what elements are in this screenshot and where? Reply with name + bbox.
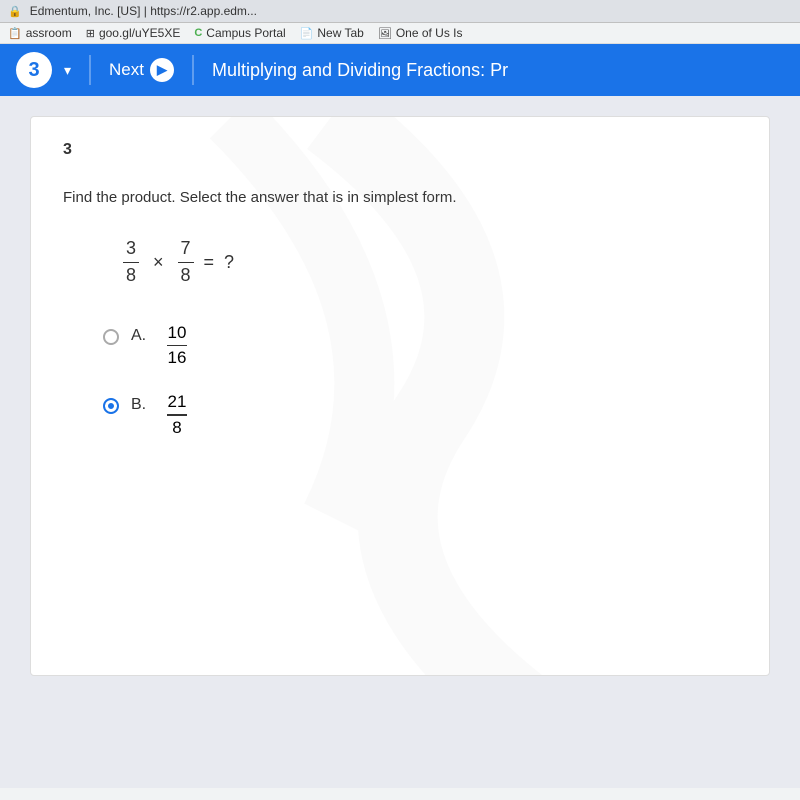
lock-icon: 🔒 <box>8 5 22 18</box>
main-content: 3 Find the product. Select the answer th… <box>0 96 800 788</box>
one-of-us-icon: 🖼 <box>378 27 392 40</box>
bookmark-classroom[interactable]: 📋 assroom <box>8 26 72 40</box>
answer-choice-a[interactable]: A. 10 16 <box>103 323 737 369</box>
browser-address-bar: 🔒 Edmentum, Inc. [US] | https://r2.app.e… <box>0 0 800 23</box>
radio-button-a[interactable] <box>103 329 119 345</box>
bookmark-one-of-us-label: One of Us Is <box>396 26 463 40</box>
choice-a-numerator: 10 <box>168 323 187 343</box>
fraction2-denominator: 8 <box>181 265 191 287</box>
choice-a-bar <box>167 345 187 347</box>
question-card: 3 Find the product. Select the answer th… <box>30 116 770 676</box>
fraction2-bar <box>178 262 194 264</box>
fraction1-denominator: 8 <box>126 265 136 287</box>
bookmark-goo-gl-label: goo.gl/uYE5XE <box>99 26 180 40</box>
fraction-2: 7 8 <box>178 238 194 287</box>
next-label: Next <box>109 60 144 80</box>
fraction1-bar <box>123 262 139 264</box>
question-number-badge: 3 <box>16 52 52 88</box>
question-number-label: 3 <box>63 141 737 159</box>
fraction1-numerator: 3 <box>126 238 136 260</box>
choice-b-fraction: 21 8 <box>167 392 187 438</box>
equals-sign: = <box>204 252 215 273</box>
choice-a-fraction: 10 16 <box>167 323 187 369</box>
choice-a-label: A. <box>131 327 155 345</box>
choice-b-label: B. <box>131 396 155 414</box>
bookmark-one-of-us[interactable]: 🖼 One of Us Is <box>378 26 463 40</box>
bookmark-new-tab-label: New Tab <box>317 26 363 40</box>
question-number-display: 3 <box>28 59 39 82</box>
next-circle-icon: ▶ <box>150 58 174 82</box>
answer-choices: A. 10 16 B. 21 8 <box>103 323 737 438</box>
bookmark-goo-gl[interactable]: ⊞ goo.gl/uYE5XE <box>86 26 181 40</box>
choice-b-bar <box>167 414 187 416</box>
bookmark-campus-portal-label: Campus Portal <box>206 26 285 40</box>
choice-b-numerator: 21 <box>168 392 187 412</box>
choice-b-denominator: 8 <box>172 418 181 438</box>
answer-choice-b[interactable]: B. 21 8 <box>103 392 737 438</box>
goo-gl-icon: ⊞ <box>86 27 95 40</box>
fraction-1: 3 8 <box>123 238 139 287</box>
question-mark: ? <box>224 252 234 273</box>
url-text: Edmentum, Inc. [US] | https://r2.app.edm… <box>30 4 257 18</box>
bookmark-new-tab[interactable]: 📄 New Tab <box>300 26 364 40</box>
bookmark-campus-portal[interactable]: C Campus Portal <box>194 26 285 40</box>
multiply-operator: × <box>149 252 168 273</box>
bookmark-classroom-label: assroom <box>26 26 72 40</box>
fraction2-numerator: 7 <box>181 238 191 260</box>
page-title: Multiplying and Dividing Fractions: Pr <box>212 60 508 81</box>
nav-divider <box>89 55 91 85</box>
classroom-icon: 📋 <box>8 27 22 40</box>
app-nav: 3 ▾ Next ▶ Multiplying and Dividing Frac… <box>0 44 800 96</box>
radio-button-b[interactable] <box>103 398 119 414</box>
new-tab-icon: 📄 <box>300 27 314 40</box>
math-expression: 3 8 × 7 8 = ? <box>123 238 737 287</box>
nav-divider-2 <box>192 55 194 85</box>
choice-a-denominator: 16 <box>168 348 187 368</box>
next-button[interactable]: Next ▶ <box>109 58 174 82</box>
bookmarks-bar: 📋 assroom ⊞ goo.gl/uYE5XE C Campus Porta… <box>0 23 800 44</box>
dropdown-icon[interactable]: ▾ <box>64 62 71 79</box>
campus-portal-icon: C <box>194 27 202 39</box>
question-instructions: Find the product. Select the answer that… <box>63 189 737 206</box>
